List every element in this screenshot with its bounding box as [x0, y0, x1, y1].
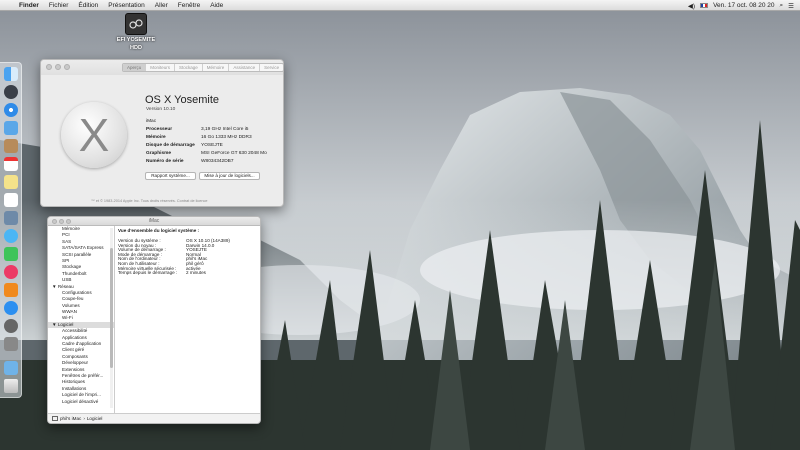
sidebar-scrollbar[interactable] — [110, 228, 113, 408]
flag-fr-icon[interactable] — [700, 3, 709, 8]
calendar-icon[interactable] — [4, 157, 18, 171]
close-button[interactable] — [52, 219, 57, 224]
sidebar-scrollbar-thumb[interactable] — [110, 248, 113, 368]
zoom-button[interactable] — [66, 219, 71, 224]
pathbar-computer[interactable]: phil's iMac — [60, 414, 81, 423]
window-title: iMac — [148, 218, 160, 224]
system-report-button[interactable]: Rapport système... — [145, 172, 196, 180]
ibooks-icon[interactable] — [4, 283, 18, 297]
menu-aller[interactable]: Aller — [150, 2, 173, 9]
model-name: iMac — [146, 119, 157, 124]
pathbar-separator: › — [83, 416, 85, 421]
downloads-folder-icon[interactable] — [4, 361, 18, 375]
spotlight-icon[interactable]: ⌕ — [780, 2, 784, 10]
tab-assistance[interactable]: Assistance — [229, 64, 261, 71]
launchpad-icon[interactable] — [4, 85, 18, 99]
tab-service[interactable]: Service — [260, 64, 283, 71]
minimize-button[interactable] — [55, 64, 61, 70]
tab-stockage[interactable]: Stockage — [175, 64, 203, 71]
menu-presentation[interactable]: Présentation — [103, 2, 150, 9]
notes-icon[interactable] — [4, 175, 18, 189]
app-store-icon[interactable] — [4, 301, 18, 315]
spec-memory: Mémoire 16 Go 1333 MHz DDR3 — [146, 135, 252, 140]
notification-center-icon[interactable]: ☰ — [788, 2, 794, 10]
about-titlebar: Aperçu Moniteurs Stockage Mémoire Assist… — [41, 60, 283, 75]
volume-icon[interactable]: ◀) — [688, 2, 695, 10]
menu-aide[interactable]: Aide — [205, 2, 228, 9]
system-preferences-icon[interactable] — [4, 319, 18, 333]
path-bar: phil's iMac › Logiciel — [48, 413, 260, 423]
disk-icon — [125, 13, 147, 35]
sysinfo-titlebar: iMac — [48, 217, 260, 226]
facetime-icon[interactable] — [4, 247, 18, 261]
sysinfo-sidebar: Mémoire PCI SAS SATA/SATA Express SCSI p… — [48, 226, 115, 415]
detail-heading: Vue d'ensemble du logiciel système : — [118, 228, 200, 233]
disk-label-line1: EFI YOSEMITE — [116, 37, 156, 43]
sidebar-item-logiciel-desactive[interactable]: Logiciel désactivé — [48, 399, 114, 405]
safari-icon[interactable] — [4, 103, 18, 117]
system-information-icon[interactable] — [4, 337, 18, 351]
itunes-icon[interactable] — [4, 265, 18, 279]
minimize-button[interactable] — [59, 219, 64, 224]
about-this-mac-window: Aperçu Moniteurs Stockage Mémoire Assist… — [40, 59, 284, 207]
desktop-disk-efi-yosemite[interactable]: EFI YOSEMITE HDD — [114, 13, 158, 51]
mail-icon[interactable] — [4, 121, 18, 135]
tab-apercu[interactable]: Aperçu — [123, 64, 147, 71]
reminders-icon[interactable] — [4, 193, 18, 207]
photos-icon[interactable] — [4, 211, 18, 225]
pathbar-logiciel[interactable]: Logiciel — [87, 414, 103, 423]
menu-fenetre[interactable]: Fenêtre — [173, 2, 205, 9]
spec-processor: Processeur 3,19 GHz Intel Core i5 — [146, 127, 249, 132]
menu-edition[interactable]: Édition — [73, 2, 103, 9]
zoom-button[interactable] — [64, 64, 70, 70]
messages-icon[interactable] — [4, 229, 18, 243]
clock[interactable]: Ven. 17 oct. 08 20 20 — [713, 2, 774, 9]
copyright-footer: ™ et © 1983-2014 Apple Inc. Tous droits … — [91, 199, 208, 203]
spec-graphics: Graphisme MSI GeForce GT 630 2048 Mo — [146, 151, 267, 156]
os-title: OS X Yosemite — [145, 94, 219, 106]
trash-icon[interactable] — [4, 379, 18, 393]
tab-memoire[interactable]: Mémoire — [203, 64, 230, 71]
detail-row: Temps depuis le démarrage :2 minutes — [118, 270, 206, 276]
os-x-logo-icon: X — [61, 102, 127, 168]
about-tabs: Aperçu Moniteurs Stockage Mémoire Assist… — [122, 63, 283, 72]
close-button[interactable] — [46, 64, 52, 70]
contacts-icon[interactable] — [4, 139, 18, 153]
detail-pane: Vue d'ensemble du logiciel système : Ver… — [118, 228, 260, 276]
spec-serial: Numéro de série W8034342DB7 — [146, 159, 234, 164]
computer-icon — [52, 416, 58, 421]
spec-startup-disk: Disque de démarrage YOSEJTE — [146, 143, 223, 148]
tab-moniteurs[interactable]: Moniteurs — [146, 64, 176, 71]
os-version: Version 10.10 — [146, 107, 176, 112]
dock — [0, 62, 22, 398]
disk-label-line2: HDD — [130, 45, 142, 51]
system-information-window: iMac Mémoire PCI SAS SATA/SATA Express S… — [47, 216, 261, 424]
menu-fichier[interactable]: Fichier — [44, 2, 74, 9]
finder-icon[interactable] — [4, 67, 18, 81]
software-update-button[interactable]: Mise à jour de logiciels... — [199, 172, 260, 180]
menu-finder[interactable]: Finder — [14, 2, 44, 9]
menu-bar: Finder Fichier Édition Présentation Alle… — [0, 0, 800, 11]
